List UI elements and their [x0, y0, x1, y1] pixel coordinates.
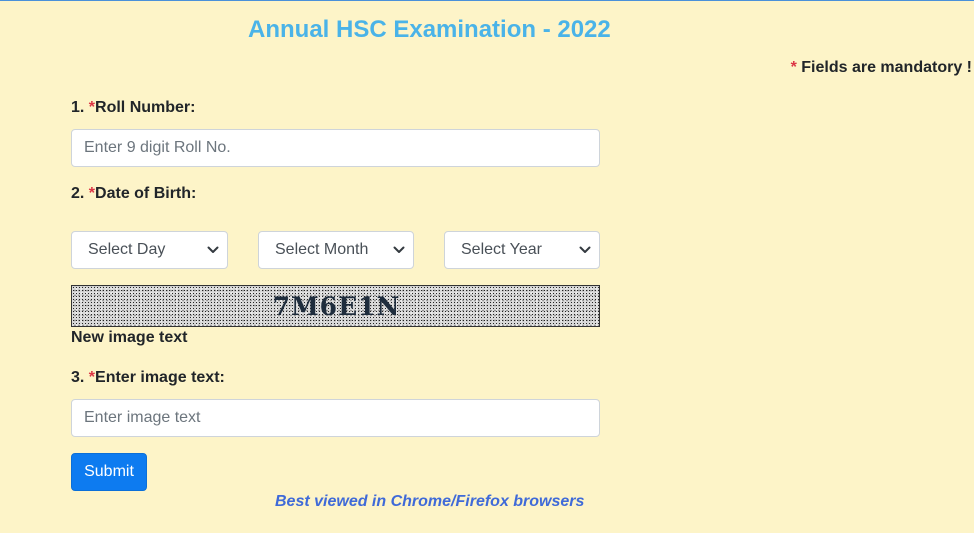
day-select[interactable]: Select Day [71, 231, 228, 269]
image-text-label-text: Enter image text: [95, 369, 225, 386]
roll-number-label: 1. *Roll Number: [71, 99, 195, 117]
roll-number-input[interactable] [71, 129, 600, 167]
chevron-down-icon [575, 231, 595, 269]
image-text-input[interactable] [71, 399, 600, 437]
captcha-image: 7M6E1N [71, 285, 600, 327]
roll-number-label-text: Roll Number: [95, 99, 196, 116]
image-text-label: 3. *Enter image text: [71, 369, 225, 387]
submit-button[interactable]: Submit [71, 453, 147, 491]
day-select-value: Select Day [88, 241, 166, 258]
dob-label-text: Date of Birth: [95, 185, 197, 202]
month-select[interactable]: Select Month [258, 231, 414, 269]
page-title: Annual HSC Examination - 2022 [248, 16, 611, 43]
new-image-text-link[interactable]: New image text [71, 329, 187, 347]
year-select-value: Select Year [461, 241, 542, 258]
chevron-down-icon [389, 231, 409, 269]
image-text-index: 3. [71, 369, 89, 386]
mandatory-note-text: Fields are mandatory ! [796, 59, 972, 76]
year-select[interactable]: Select Year [444, 231, 600, 269]
captcha-code: 7M6E1N [272, 291, 401, 321]
browser-note: Best viewed in Chrome/Firefox browsers [275, 493, 585, 510]
dob-label: 2. *Date of Birth: [71, 185, 196, 203]
chevron-down-icon [203, 231, 223, 269]
dob-index: 2. [71, 185, 89, 202]
mandatory-note: * Fields are mandatory ! [791, 59, 972, 77]
roll-number-index: 1. [71, 99, 89, 116]
month-select-value: Select Month [275, 241, 369, 258]
